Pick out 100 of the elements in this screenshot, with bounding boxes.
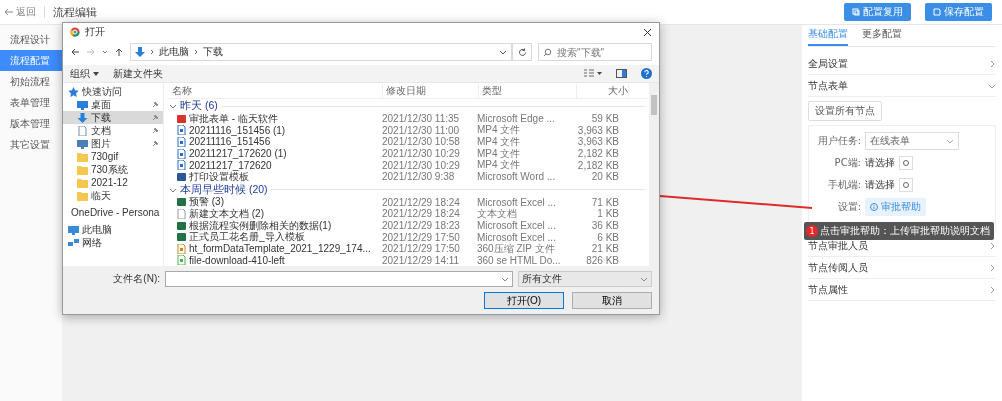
group-header[interactable]: 本周早些时候 (20) [180,182,268,197]
filename-field[interactable] [165,271,513,288]
file-name[interactable]: 根据流程实例删除相关的数据(1) [169,218,379,233]
file-name[interactable]: ht_formDataTemplate_2021_1229_174... [169,243,379,255]
section-header[interactable]: 节点传阅人员 [808,257,996,279]
file-type: MP4 文件 [476,135,522,149]
file-name[interactable]: 20211116_151456 (1) [169,124,379,136]
nav-item[interactable]: 临天 [63,189,163,202]
nav-item[interactable]: 文档 [63,124,163,137]
nav-item[interactable]: 730gif [63,150,163,163]
chevron-right-icon [193,49,199,55]
collapse-icon[interactable] [169,102,177,110]
organize-menu[interactable]: 组织 [70,66,99,81]
up-icon[interactable] [114,47,124,57]
section-title: 节点表单 [808,78,848,93]
sidebar-item[interactable]: 流程设计 [0,29,62,50]
file-size: 826 KB [585,254,619,266]
refresh-button[interactable] [512,43,532,61]
file-size: 6 KB [596,231,619,243]
file-type-select[interactable]: 所有文件 [518,271,652,288]
config-tab[interactable]: 更多配置 [862,25,902,46]
dialog-title: 打开 [85,25,105,39]
file-icon [177,220,186,231]
set-all-nodes-button[interactable]: 设置所有节点 [808,101,882,121]
field-label: 设置: [836,200,861,214]
chevron-right-icon [149,49,155,55]
new-folder-button[interactable]: 新建文件夹 [113,66,163,81]
section-header[interactable]: 节点属性 [808,279,996,301]
column-header[interactable]: 名称 [169,83,383,98]
field-label: 用户任务: [816,134,861,148]
view-options-icon[interactable] [584,69,602,78]
nav-icon [77,99,88,110]
nav-item[interactable]: 730系统 [63,163,163,176]
file-icon [177,160,186,171]
file-icon [177,148,186,159]
nav-item[interactable]: 下载 [63,111,163,124]
column-header[interactable]: 大小 [577,83,629,98]
file-icon [177,255,186,266]
sidebar-item[interactable]: 版本管理 [0,113,62,134]
tooltip-text: 点击审批帮助：上传审批帮助说明文档 [820,224,990,238]
search-button[interactable] [899,156,913,170]
file-date: 2021/12/29 18:24 [381,208,461,220]
nav-item[interactable]: 此电脑 [63,223,163,236]
nav-item[interactable]: 图片 [63,137,163,150]
nav-icon [68,237,79,248]
address-bar[interactable]: 此电脑 下载 [130,43,512,61]
page-title: 流程编辑 [53,4,97,20]
chevron-down-icon[interactable] [499,48,507,56]
file-name[interactable]: 审批表单 - 临天软件 [169,111,379,126]
search-field[interactable]: 搜索"下载" [538,43,652,61]
file-name[interactable]: 新建文本文档 (2) [169,206,379,221]
file-name[interactable]: 20211217_172620 [169,159,379,171]
close-icon[interactable] [643,27,652,37]
nav-item[interactable]: 快速访问 [63,85,163,98]
search-icon [902,159,910,167]
file-size: 3,963 KB [576,124,619,136]
caret-icon[interactable] [102,49,108,55]
file-size: 2,182 KB [576,159,619,171]
select-field[interactable]: 在线表单 [865,132,959,150]
sidebar-item[interactable]: 其它设置 [0,134,62,155]
file-name[interactable]: 打印设置模板 [169,169,379,184]
nav-icon [77,190,88,201]
open-button[interactable]: 打开(O) [484,292,564,310]
nav-icon [77,177,88,188]
nav-item[interactable]: 网络 [63,236,163,249]
file-type: 360压缩 ZIP 文件 [476,241,556,256]
nav-item[interactable]: 2021-12 [63,176,163,189]
nav-item[interactable]: 桌面 [63,98,163,111]
file-name[interactable]: 正式员工花名册_导入模板 [169,230,379,245]
column-header[interactable]: 修改日期 [383,83,479,98]
file-date: 2021/12/29 14:11 [381,254,461,266]
file-name[interactable]: file-download-410-left [169,254,379,266]
section-header[interactable]: 节点表单 [808,75,996,97]
cancel-button[interactable]: 取消 [572,292,652,310]
file-name[interactable]: 20211217_172620 (1) [169,148,379,160]
scrollbar[interactable] [649,83,659,267]
file-date: 2021/12/30 10:58 [381,136,461,148]
file-icon [177,125,186,136]
back-link[interactable]: 返回 [4,5,36,19]
help-icon[interactable] [641,68,652,79]
nav-icon [77,138,88,149]
file-type: Microsoft Excel ... [476,220,557,232]
sidebar-item[interactable]: 初始流程 [0,71,62,92]
preview-pane-icon[interactable] [616,69,627,78]
file-type: MP4 文件 [476,147,522,159]
refresh-icon [517,47,527,57]
sidebar-item[interactable]: 表单管理 [0,92,62,113]
search-button[interactable] [899,178,913,192]
group-header[interactable]: 昨天 (6) [180,99,218,113]
section-header[interactable]: 全局设置 [808,53,996,75]
back-icon[interactable] [70,47,80,57]
file-name[interactable]: 20211116_151456 [169,136,379,148]
file-icon [177,113,186,124]
config-tab[interactable]: 基础配置 [808,25,848,46]
file-type: MP4 文件 [476,158,522,172]
back-arrow-icon [4,8,13,16]
nav-item[interactable]: OneDrive - Persona [63,206,163,219]
chevron-down-icon [640,275,648,284]
step-badge: 1 [806,225,818,237]
column-header[interactable]: 类型 [479,83,577,98]
